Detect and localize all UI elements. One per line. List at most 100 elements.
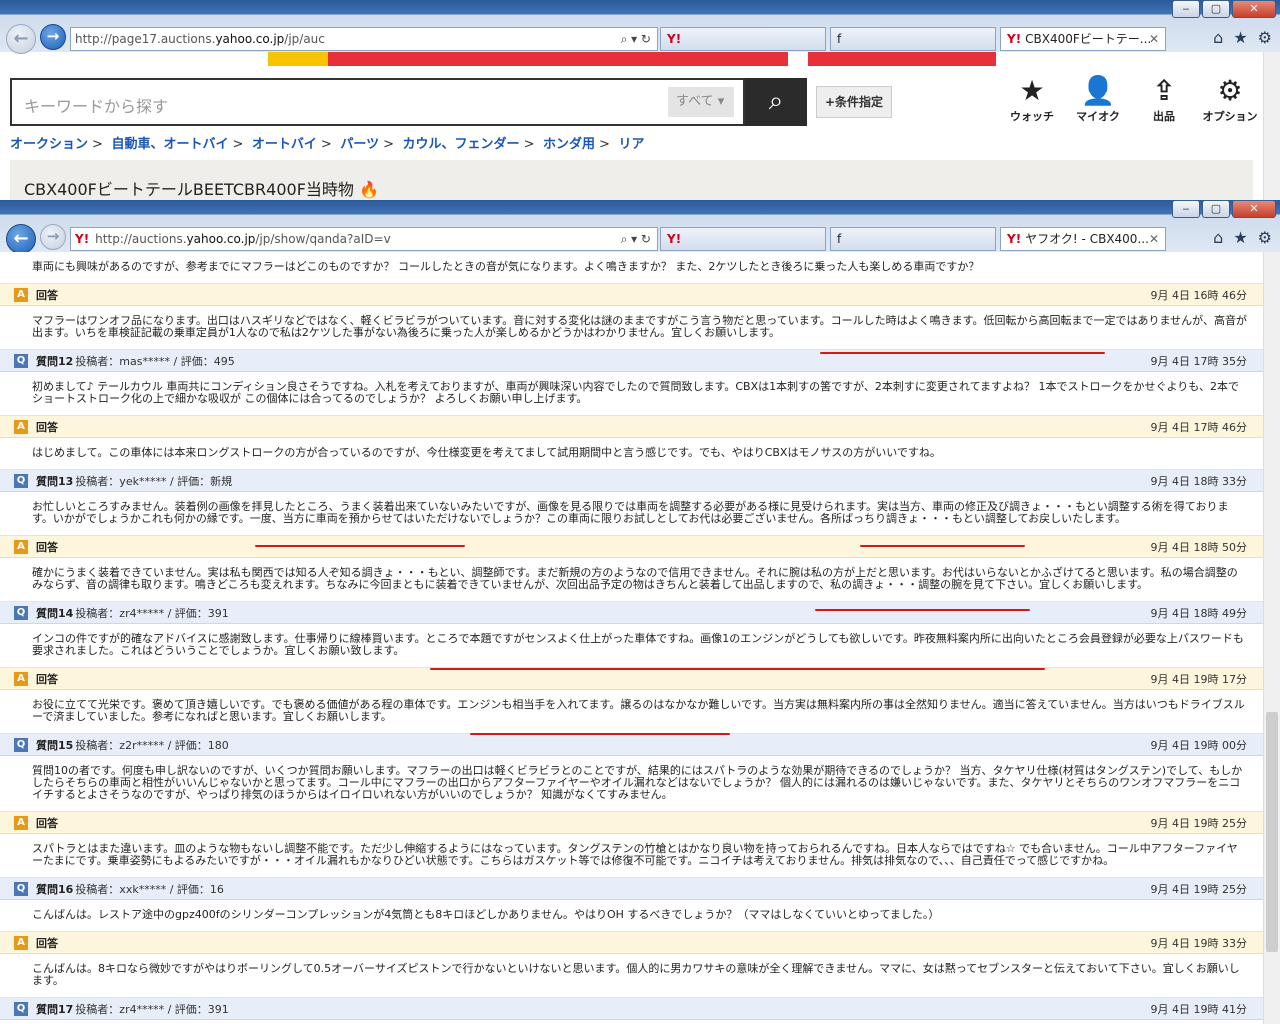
tab-close-icon[interactable]: ✕ (1149, 28, 1159, 50)
tab-close-icon[interactable]: ✕ (1149, 228, 1159, 250)
qa-label: 質問12 (36, 354, 74, 368)
toolbar-icons: ⌂ ★ ⚙ (1213, 228, 1272, 247)
question-header: Q 質問17 投稿者：zr4***** / 評価：391 9月 4日 19時 41分 (0, 998, 1263, 1020)
answer-header: A 回答 9月 4日 16時 46分 (0, 284, 1263, 306)
browser-window-back: ‒ ▢ ✕ ← → http://page17.auctions.yahoo.c… (0, 0, 1280, 200)
qa-body-text: お忙しいところすみません。装着例の画像を拝見したところ、うまく装着出来ていないみ… (0, 492, 1263, 536)
qa-body-text: 初めまして♪ テールカウル 車両共にコンディション良さそうですね。入札を考えてお… (0, 372, 1263, 416)
qa-label: 質問13 (36, 474, 74, 488)
scrollbar[interactable] (1263, 252, 1280, 1024)
breadcrumb-item[interactable]: カウル、フェンダー (403, 137, 520, 152)
ad-banner[interactable] (268, 52, 996, 66)
back-icon[interactable]: ← (6, 24, 36, 54)
search-scope-select[interactable]: すべて ▾ (668, 87, 734, 117)
scrollbar-thumb[interactable] (1266, 712, 1278, 952)
search-icon[interactable]: ⌕ ▾ ↻ (615, 232, 657, 247)
question-header: Q 質問16 投稿者：xxk***** / 評価：16 9月 4日 19時 25分 (0, 878, 1263, 900)
address-bar[interactable]: http://page17.auctions.yahoo.co.jp/jp/au… (70, 27, 658, 51)
tab-yahoo[interactable]: Y! (660, 227, 826, 251)
qa-date: 9月 4日 19時 33分 (1150, 936, 1247, 950)
qa-date: 9月 4日 19時 25分 (1150, 816, 1247, 830)
search-icon[interactable]: ⌕ ▾ ↻ (615, 32, 657, 47)
search-input[interactable]: キーワードから探す (10, 78, 745, 126)
question-badge-icon: Q (14, 1001, 28, 1016)
qa-date: 9月 4日 19時 25分 (1150, 882, 1247, 896)
qa-body-text: 車両にも興味があるのですが、参考までにマフラーはどこのものですか？ コールしたと… (0, 252, 1263, 284)
qa-date: 9月 4日 18時 50分 (1150, 540, 1247, 554)
tab-f[interactable]: f (830, 27, 996, 51)
qa-meta: 投稿者：zr4***** / 評価：391 (75, 1002, 229, 1016)
qa-label: 回答 (36, 420, 58, 434)
qa-date: 9月 4日 19時 00分 (1150, 738, 1247, 752)
settings-icon[interactable]: ⚙ (1258, 228, 1272, 247)
breadcrumb-item[interactable]: 自動車、オートバイ (111, 137, 228, 152)
watch-button[interactable]: ★ ウォッチ (1002, 74, 1062, 124)
qa-label: 回答 (36, 672, 58, 686)
red-underline (860, 545, 1025, 547)
minimize-icon[interactable]: ‒ (1172, 0, 1200, 18)
tab-yahoo[interactable]: Y! (660, 27, 826, 51)
address-bar[interactable]: Y! http://auctions.yahoo.co.jp/jp/show/q… (70, 227, 658, 251)
qa-date: 9月 4日 19時 17分 (1150, 672, 1247, 686)
red-underline (255, 545, 465, 547)
favorites-icon[interactable]: ★ (1233, 28, 1247, 47)
tab-active[interactable]: Y! CBX400Fビートテー... ✕ (1000, 27, 1166, 51)
close-icon[interactable]: ✕ (1232, 0, 1276, 18)
qa-date: 9月 4日 18時 49分 (1150, 606, 1247, 620)
page-title: CBX400FビートテールBEETCBR400F当時物 🔥 (24, 180, 379, 199)
qa-label: 回答 (36, 816, 58, 830)
window-controls: ‒ ▢ ✕ (1172, 200, 1276, 218)
myauction-button[interactable]: 👤 マイオク (1068, 74, 1128, 124)
qa-body-text: スパトラとはまた違います。皿のような物もないし調整不能です。ただ少し伸縮するよう… (0, 834, 1263, 878)
browser-chrome: ‒ ▢ ✕ ← → http://page17.auctions.yahoo.c… (0, 0, 1280, 54)
breadcrumb-item[interactable]: パーツ (340, 137, 379, 152)
breadcrumb-item[interactable]: ホンダ用 (543, 137, 595, 152)
qa-label: 回答 (36, 936, 58, 950)
qa-meta: 投稿者：mas***** / 評価：495 (75, 354, 235, 368)
question-badge-icon: Q (14, 353, 28, 368)
forward-icon[interactable]: → (40, 224, 66, 250)
answer-badge-icon: A (14, 287, 28, 302)
red-underline (430, 668, 1045, 670)
qa-label: 質問15 (36, 738, 74, 752)
answer-badge-icon: A (14, 539, 28, 554)
scrollbar[interactable] (1263, 52, 1280, 200)
settings-icon[interactable]: ⚙ (1258, 28, 1272, 47)
condition-button[interactable]: +条件指定 (816, 86, 892, 118)
home-icon[interactable]: ⌂ (1213, 28, 1223, 47)
red-underline (815, 609, 1030, 611)
close-icon[interactable]: ✕ (1232, 200, 1276, 218)
breadcrumb-item[interactable]: リア (618, 137, 644, 152)
qa-meta: 投稿者：yek***** / 評価：新規 (75, 474, 233, 488)
qa-body-text: 確かにうまく装着できていません。実は私も関西では知る人ぞ知る調きょ・・・もとい、… (0, 558, 1263, 602)
answer-header: A 回答 9月 4日 17時 46分 (0, 416, 1263, 438)
qa-body-text: お役に立てて光栄です。褒めて頂き嬉しいです。でも褒める価値がある程の車体です。エ… (0, 690, 1263, 734)
question-header: Q 質問14 投稿者：zr4***** / 評価：391 9月 4日 18時 49分 (0, 602, 1263, 624)
tab-f[interactable]: f (830, 227, 996, 251)
maximize-icon[interactable]: ▢ (1202, 0, 1230, 18)
qa-label: 質問16 (36, 882, 74, 896)
red-underline (470, 733, 730, 735)
breadcrumb-item[interactable]: オークション (10, 137, 88, 152)
home-icon[interactable]: ⌂ (1213, 228, 1223, 247)
qa-body-text: マフラーはワンオフ品になります。出口はハスギリなどではなく、軽くビラビラがついて… (0, 306, 1263, 350)
question-badge-icon: Q (14, 737, 28, 752)
forward-icon[interactable]: → (40, 24, 66, 50)
back-icon[interactable]: ← (6, 224, 36, 254)
answer-badge-icon: A (14, 935, 28, 950)
user-icon: 👤 (1080, 74, 1116, 107)
breadcrumb-item[interactable]: オートバイ (252, 137, 317, 152)
star-icon: ★ (1019, 74, 1045, 107)
maximize-icon[interactable]: ▢ (1202, 200, 1230, 218)
option-button[interactable]: ⚙ オプション (1200, 74, 1260, 124)
qa-body-text: こんばんは。8キロなら微妙ですがやはりボーリングして0.5オーバーサイズピストン… (0, 954, 1263, 998)
minimize-icon[interactable]: ‒ (1172, 200, 1200, 218)
favorites-icon[interactable]: ★ (1233, 228, 1247, 247)
qa-date: 9月 4日 16時 46分 (1150, 288, 1247, 302)
qa-label: 回答 (36, 540, 58, 554)
sell-button[interactable]: ⇪ 出品 (1134, 74, 1194, 124)
qa-meta: 投稿者：xxk***** / 評価：16 (75, 882, 224, 896)
tab-active[interactable]: Y! ヤフオク! - CBX400... ✕ (1000, 227, 1166, 251)
yahoo-icon: Y! (75, 232, 90, 246)
search-button[interactable]: ⌕ (745, 78, 807, 126)
